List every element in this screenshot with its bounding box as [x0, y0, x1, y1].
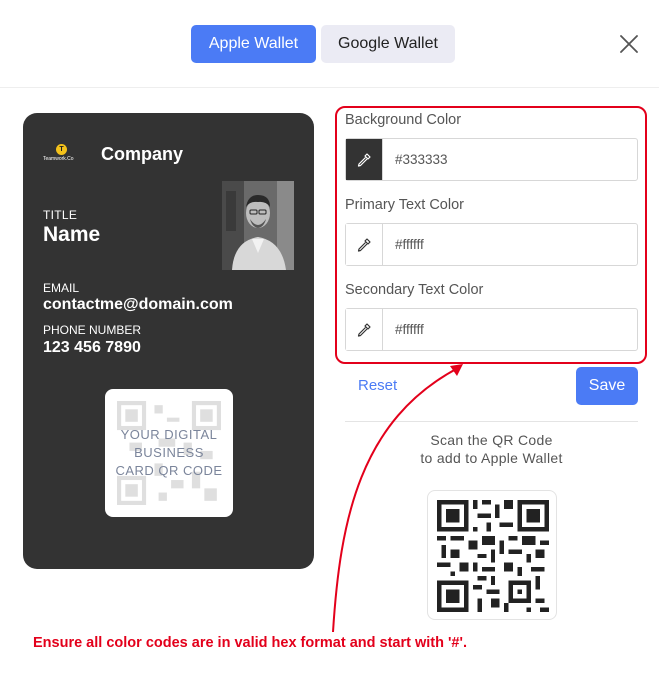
- phone-label: PHONE NUMBER: [43, 323, 142, 337]
- wallet-qr-code: [427, 490, 557, 620]
- tab-google-wallet[interactable]: Google Wallet: [321, 25, 455, 63]
- divider: [345, 421, 638, 422]
- modal-header: Apple Wallet Google Wallet: [0, 0, 659, 88]
- company-name: Company: [101, 144, 184, 164]
- logo-mark: T: [56, 144, 67, 155]
- email-label: EMAIL: [43, 281, 80, 295]
- profile-photo: [222, 181, 294, 270]
- card-name: Name: [43, 223, 101, 246]
- company-logo: T Teamwork.Co: [43, 144, 85, 164]
- annotation-text: Ensure all color codes are in valid hex …: [33, 635, 467, 651]
- close-icon[interactable]: [618, 33, 640, 55]
- qr-placeholder: YOUR DIGITAL BUSINESS CARD QR CODE: [105, 389, 233, 517]
- card-email: contactme@domain.com: [43, 296, 233, 313]
- qr-code-pattern: [437, 500, 549, 612]
- logo-text: Teamwork.Co: [43, 156, 74, 162]
- qr-placeholder-text: YOUR DIGITAL BUSINESS CARD QR CODE: [115, 427, 223, 478]
- card-phone: 123 456 7890: [43, 339, 141, 356]
- scan-instructions: Scan the QR Code to add to Apple Wallet: [345, 431, 638, 467]
- scan-line-2: to add to Apple Wallet: [420, 450, 563, 466]
- save-button[interactable]: Save: [576, 367, 638, 405]
- scan-line-1: Scan the QR Code: [430, 432, 553, 448]
- highlight-box: [335, 106, 647, 364]
- tab-apple-wallet[interactable]: Apple Wallet: [191, 25, 316, 63]
- card-preview: T Teamwork.Co Company TITLE Name EMAIL c…: [23, 113, 314, 569]
- reset-button[interactable]: Reset: [358, 377, 397, 394]
- title-label: TITLE: [43, 208, 78, 222]
